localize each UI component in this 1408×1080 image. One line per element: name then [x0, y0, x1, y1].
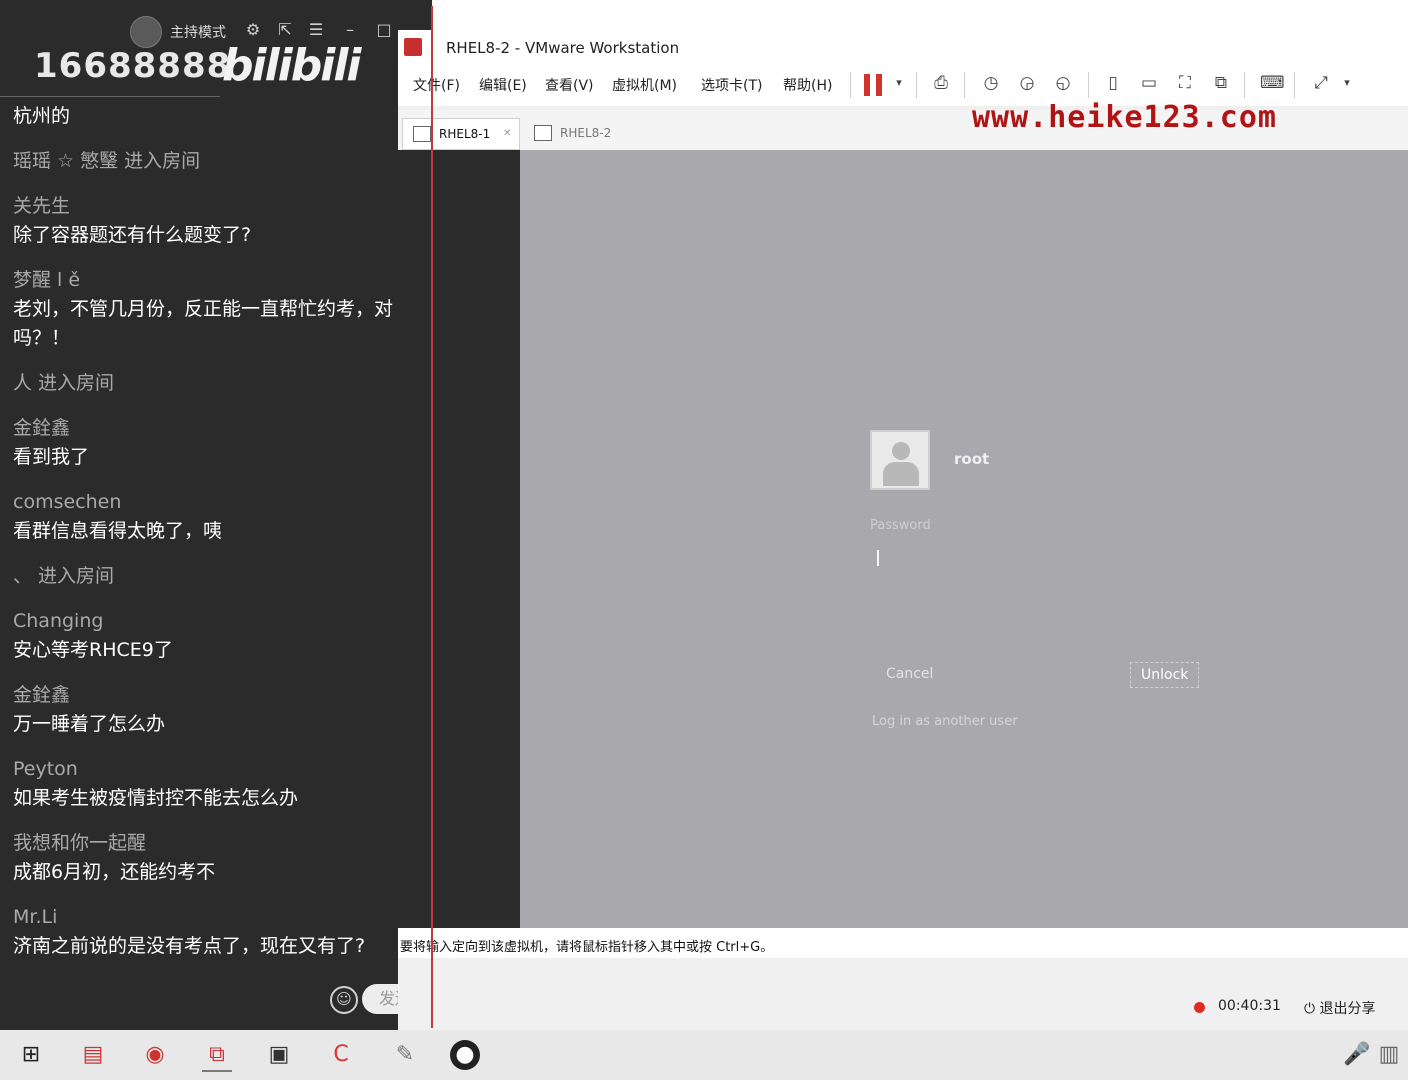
user-avatar: [870, 430, 930, 490]
chat-message-text: 看到我了: [13, 446, 90, 468]
console-icon[interactable]: ⌨: [1260, 72, 1285, 94]
window-title: RHEL8-2 - VMware Workstation: [446, 39, 680, 57]
pause-vm-icon[interactable]: [864, 74, 882, 96]
chat-message-text: 成都6月初，还能约考不: [13, 861, 216, 883]
system-tray-icon[interactable]: ▥: [1374, 1040, 1404, 1070]
app-c-taskbar-icon[interactable]: C: [326, 1040, 356, 1070]
revert-snapshot-icon[interactable]: ◶: [1016, 72, 1038, 94]
guest-screen[interactable]: [520, 150, 1408, 928]
lock-username: root: [954, 450, 990, 468]
browser-icon[interactable]: ◉: [140, 1040, 170, 1070]
fullscreen-icon[interactable]: ⛶: [1174, 72, 1196, 94]
menu-view[interactable]: 查看(V): [545, 75, 594, 95]
thumbnail-view-icon[interactable]: ▭: [1138, 72, 1160, 94]
unlock-button[interactable]: Unlock: [1130, 662, 1200, 688]
windows-start-icon[interactable]: ⊞: [16, 1040, 46, 1070]
vm-icon: [413, 126, 431, 142]
host-avatar[interactable]: [130, 16, 162, 48]
send-ctrl-alt-del-icon[interactable]: ⎙: [930, 72, 952, 94]
taskbar: ⊞ ▤ ◉ ⧉ ▣ C ✎ ● 🎤 ▥: [0, 1030, 1408, 1080]
tab-label: RHEL8-2: [560, 126, 612, 140]
live-chat-panel: 主持模式 ⚙ ⇱ ☰ – □ 16688888 bilibili 杭州的 瑶瑶 …: [0, 0, 432, 1030]
cancel-button[interactable]: Cancel: [886, 666, 933, 682]
chat-username: 我想和你一起醒: [13, 832, 147, 854]
chat-message-text: 如果考生被疫情封控不能去怎么办: [13, 787, 299, 809]
chat-username: 金銓鑫: [13, 684, 71, 706]
tab-rhel8-1[interactable]: RHEL8-1 ✕: [402, 118, 520, 150]
vm-icon: [534, 125, 552, 141]
chat-username: Mr.Li: [13, 906, 58, 928]
menu-vm[interactable]: 虚拟机(M): [612, 75, 677, 95]
emoji-icon[interactable]: ☺: [330, 986, 358, 1014]
window-border: [431, 6, 433, 1028]
chat-username: Changing: [13, 610, 104, 632]
chat-system-message: 、 进入房间: [13, 565, 115, 587]
chat-username: Peyton: [13, 758, 78, 780]
library-view-icon[interactable]: ▯: [1102, 72, 1124, 94]
chat-username: 金銓鑫: [13, 417, 71, 439]
recording-icon: [1194, 1002, 1205, 1013]
menu-icon[interactable]: ☰: [306, 20, 326, 39]
screen-share-bar: 00:40:31 ⏻ 退出分享: [1180, 994, 1400, 1022]
divider: [0, 96, 220, 97]
chat-message-text: 吗？！: [13, 327, 71, 349]
bilibili-logo: bilibili: [222, 40, 361, 91]
chevron-down-icon[interactable]: ▾: [1336, 72, 1358, 94]
vmware-window: RHEL8-2 - VMware Workstation 文件(F) 编辑(E)…: [398, 30, 1408, 1030]
switch-user-link[interactable]: Log in as another user: [872, 714, 1018, 729]
terminal-taskbar-icon[interactable]: ▣: [264, 1040, 294, 1070]
unity-icon[interactable]: ⧉: [1210, 72, 1232, 94]
tab-label: RHEL8-1: [439, 127, 491, 141]
menu-help[interactable]: 帮助(H): [783, 75, 832, 95]
minimize-icon[interactable]: –: [340, 20, 360, 39]
snapshot-manager-icon[interactable]: ◵: [1052, 72, 1074, 94]
watermark: www.heike123.com: [972, 100, 1277, 135]
app-taskbar-icon[interactable]: ●: [450, 1040, 480, 1070]
popout-icon[interactable]: ⇱: [275, 20, 295, 39]
share-timer: 00:40:31: [1218, 998, 1281, 1014]
chat-username: 关先生: [13, 195, 71, 217]
chat-message-text: 除了容器题还有什么题变了?: [13, 224, 252, 246]
menu-edit[interactable]: 编辑(E): [479, 75, 527, 95]
chat-message-text: 安心等考RHCE9了: [13, 639, 173, 661]
password-input[interactable]: [877, 550, 879, 566]
chat-message-text: 杭州的: [13, 105, 71, 127]
chat-message-text: 济南之前说的是没有考点了，现在又有了?: [13, 935, 366, 957]
menu-file[interactable]: 文件(F): [413, 75, 460, 95]
vm-library-sidebar[interactable]: [398, 150, 520, 930]
maximize-icon[interactable]: □: [374, 20, 394, 39]
settings-icon[interactable]: ⚙: [243, 20, 263, 39]
chat-message-text: 看群信息看得太晚了，咦: [13, 520, 223, 542]
vmware-app-icon[interactable]: [404, 38, 422, 56]
stretch-icon[interactable]: ⤢: [1310, 72, 1332, 94]
chat-message-text: 老刘，不管几月份，反正能一直帮忙约考，对: [13, 298, 394, 320]
file-manager-icon[interactable]: ▤: [78, 1040, 108, 1070]
status-hint: 要将输入定向到该虚拟机，请将鼠标指针移入其中或按 Ctrl+G。: [400, 940, 774, 955]
vmware-titlebar[interactable]: RHEL8-2 - VMware Workstation: [398, 30, 1408, 66]
chat-system-message: 人 进入房间: [13, 372, 115, 394]
tool-taskbar-icon[interactable]: ✎: [390, 1040, 420, 1070]
chat-username: 梦醒 l ě: [13, 269, 81, 291]
menu-tabs[interactable]: 选项卡(T): [701, 75, 762, 95]
chat-message-text: 万一睡着了怎么办: [13, 713, 166, 735]
chat-topbar: 主持模式 ⚙ ⇱ ☰ – □ 16688888 bilibili: [0, 0, 432, 100]
chat-system-message: 瑶瑶 ☆ 慜瑿 进入房间: [13, 150, 201, 172]
exit-share-button[interactable]: ⏻ 退出分享: [1304, 998, 1376, 1018]
exit-share-label: 退出分享: [1319, 1001, 1376, 1017]
microphone-icon[interactable]: 🎤: [1342, 1040, 1372, 1070]
host-mode-label[interactable]: 主持模式: [170, 22, 226, 42]
chat-username: comsechen: [13, 491, 122, 513]
tab-rhel8-2[interactable]: RHEL8-2: [524, 118, 650, 148]
snapshot-icon[interactable]: ◷: [980, 72, 1002, 94]
chat-message-list[interactable]: 杭州的 瑶瑶 ☆ 慜瑿 进入房间 关先生 除了容器题还有什么题变了? 梦醒 l …: [13, 102, 413, 961]
close-icon[interactable]: ✕: [503, 119, 511, 149]
room-number: 16688888: [34, 46, 232, 86]
password-label: Password: [870, 518, 931, 533]
vmware-taskbar-icon[interactable]: ⧉: [202, 1040, 232, 1072]
chevron-down-icon[interactable]: ▾: [888, 72, 910, 94]
